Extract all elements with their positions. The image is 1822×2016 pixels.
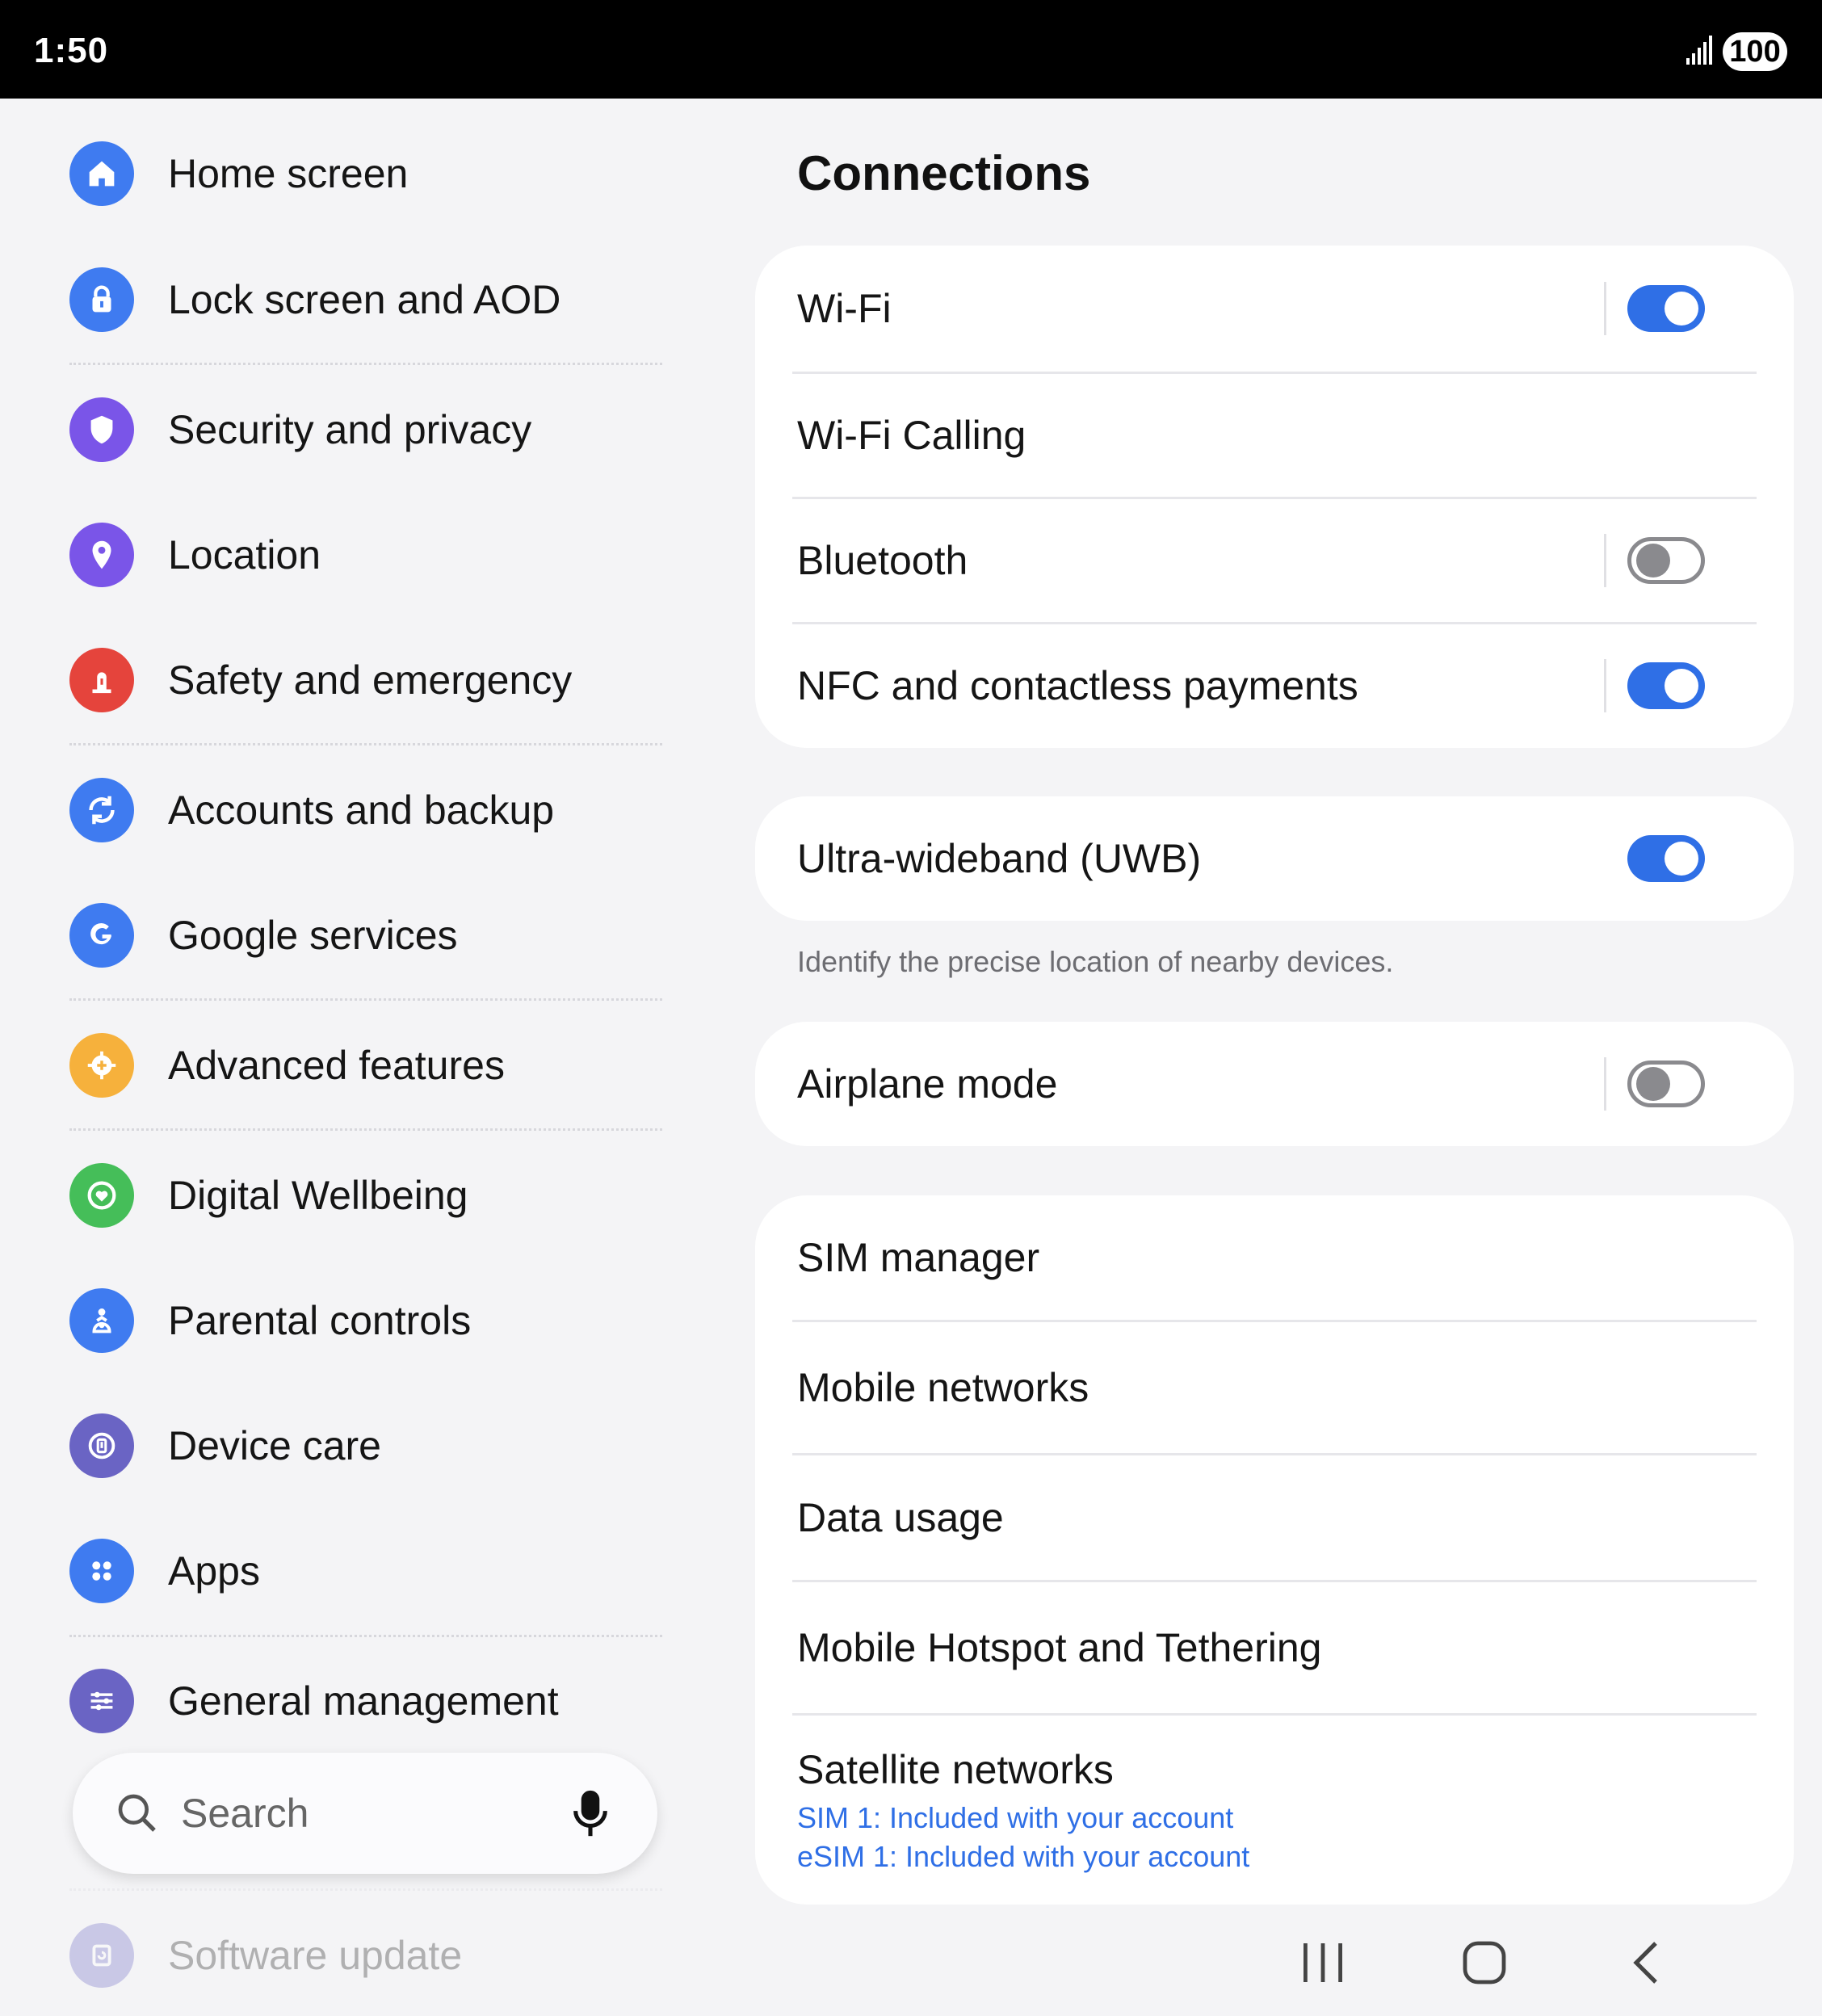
sidebar-item-label: Advanced features [168,1043,505,1088]
wifi-toggle[interactable] [1627,285,1705,332]
sidebar-item-label: Software update [168,1933,463,1978]
status-time: 1:50 [34,31,109,70]
airplane-card: Airplane mode [755,1022,1794,1146]
data-usage-row[interactable]: Data usage [797,1455,1757,1580]
sidebar-item-digital-wellbeing[interactable]: Digital Wellbeing [69,1159,667,1232]
divider [69,743,662,746]
back-button[interactable] [1614,1930,1678,1995]
uwb-label: Ultra-wideband (UWB) [797,836,1202,881]
hotspot-label: Mobile Hotspot and Tethering [797,1625,1322,1670]
wifi-row[interactable]: Wi-Fi [797,246,1757,372]
sidebar-item-label: Home screen [168,151,409,196]
nfc-label: NFC and contactless payments [797,663,1358,708]
airplane-mode-label: Airplane mode [797,1061,1058,1107]
uwb-helper-text: Identify the precise location of nearby … [797,945,1394,978]
apps-grid-icon [69,1539,134,1603]
mobile-networks-label: Mobile networks [797,1365,1089,1410]
gear-plus-icon [69,1033,134,1098]
shield-icon [69,397,134,462]
sidebar-item-location[interactable]: Location [69,519,667,591]
sidebar-item-label: Device care [168,1423,381,1468]
google-icon [69,903,134,968]
location-pin-icon [69,523,134,587]
status-bar: 1:50 100 [0,0,1822,99]
sidebar-item-home-screen[interactable]: Home screen [69,137,667,210]
sidebar-item-label: Apps [168,1548,260,1594]
parent-child-icon [69,1288,134,1353]
sidebar-item-label: Lock screen and AOD [168,277,561,322]
device-care-icon [69,1413,134,1478]
uwb-card: Ultra-wideband (UWB) [755,796,1794,921]
sidebar-item-advanced[interactable]: Advanced features [69,1029,667,1102]
home-icon [69,141,134,206]
divider [1604,282,1606,335]
search-input[interactable]: Search [181,1790,309,1837]
heart-circle-icon [69,1163,134,1228]
sidebar-item-label: Accounts and backup [168,788,555,833]
sidebar-item-lock-screen[interactable]: Lock screen and AOD [69,263,667,336]
divider [1604,534,1606,587]
signal-icon [1686,36,1712,65]
sidebar-item-device-care[interactable]: Device care [69,1409,667,1482]
sidebar-item-label: Safety and emergency [168,657,573,703]
sim-manager-row[interactable]: SIM manager [797,1195,1757,1320]
sidebar-item-software-update[interactable]: Software update [69,1919,667,1992]
sidebar-item-security[interactable]: Security and privacy [69,393,667,466]
divider [69,998,662,1001]
uwb-toggle[interactable] [1627,835,1705,882]
sidebar-item-label: Google services [168,913,458,958]
satellite-networks-row[interactable]: Satellite networks SIM 1: Included with … [797,1716,1757,1905]
divider [1604,659,1606,712]
sidebar-item-safety[interactable]: Safety and emergency [69,644,667,716]
sidebar-item-general-management[interactable]: General management [69,1665,667,1737]
uwb-row[interactable]: Ultra-wideband (UWB) [797,796,1757,921]
divider [69,1635,662,1637]
bluetooth-toggle[interactable] [1627,537,1705,584]
wifi-calling-row[interactable]: Wi-Fi Calling [797,374,1757,497]
hotspot-row[interactable]: Mobile Hotspot and Tethering [797,1582,1757,1713]
wifi-calling-label: Wi-Fi Calling [797,413,1026,458]
sidebar-item-label: General management [168,1678,559,1724]
bluetooth-row[interactable]: Bluetooth [797,499,1757,622]
sim-manager-label: SIM manager [797,1235,1040,1280]
divider [69,363,662,365]
data-usage-label: Data usage [797,1495,1004,1540]
nfc-row[interactable]: NFC and contactless payments [797,624,1757,747]
search-icon [118,1794,156,1832]
battery-indicator: 100 [1723,32,1787,71]
home-button[interactable] [1452,1930,1517,1995]
search-bar[interactable]: Search [73,1753,657,1874]
airplane-mode-toggle[interactable] [1627,1060,1705,1107]
alert-icon [69,648,134,712]
divider [1604,1057,1606,1111]
recent-apps-button[interactable] [1291,1930,1355,1995]
sidebar-item-google[interactable]: Google services [69,899,667,972]
bluetooth-label: Bluetooth [797,538,968,583]
nfc-toggle[interactable] [1627,662,1705,709]
divider [69,1128,662,1131]
sidebar-item-accounts[interactable]: Accounts and backup [69,774,667,846]
sync-icon [69,778,134,842]
mobile-networks-row[interactable]: Mobile networks [797,1322,1757,1453]
connections-card-mobile: SIM manager Mobile networks Data usage M… [755,1195,1794,1905]
connections-card-primary: Wi-Fi Wi-Fi Calling Bluetooth NFC and co… [755,246,1794,748]
sidebar-item-label: Security and privacy [168,407,532,452]
update-icon [69,1923,134,1988]
airplane-mode-row[interactable]: Airplane mode [797,1022,1757,1146]
page-title: Connections [797,146,1091,200]
sidebar-item-parental-controls[interactable]: Parental controls [69,1284,667,1357]
satellite-networks-label: Satellite networks [797,1747,1114,1792]
sidebar-item-label: Digital Wellbeing [168,1173,468,1218]
satellite-esim1-status: eSIM 1: Included with your account [797,1840,1250,1873]
sidebar-item-apps[interactable]: Apps [69,1535,667,1607]
sliders-icon [69,1669,134,1733]
microphone-icon[interactable] [572,1788,609,1838]
satellite-sim1-status: SIM 1: Included with your account [797,1801,1234,1834]
divider [69,1888,662,1891]
lock-icon [69,267,134,332]
sidebar-item-label: Parental controls [168,1298,472,1343]
sidebar-item-label: Location [168,532,321,578]
wifi-label: Wi-Fi [797,286,892,331]
